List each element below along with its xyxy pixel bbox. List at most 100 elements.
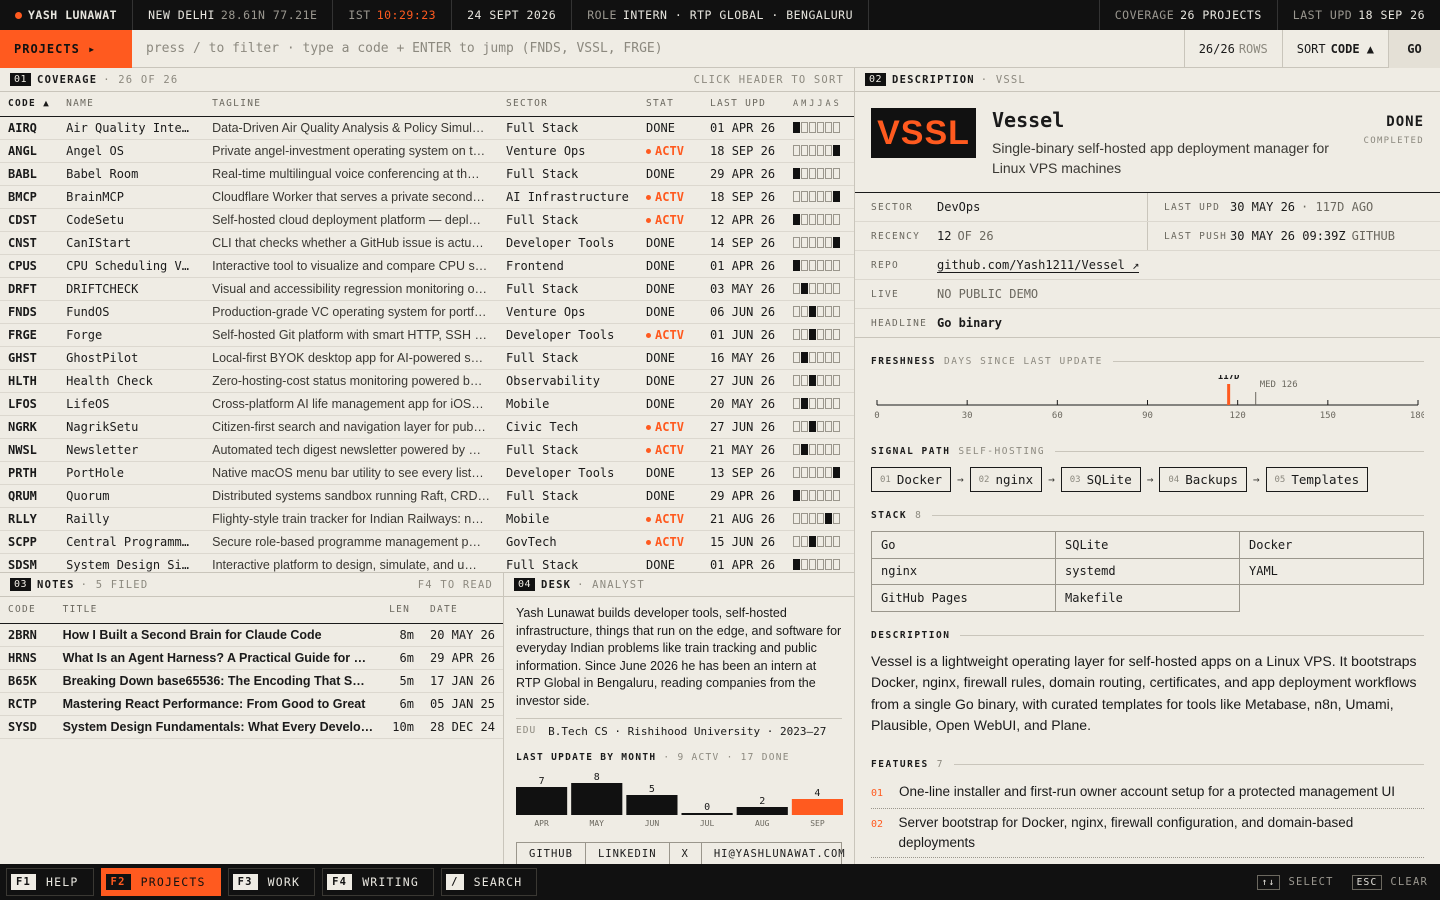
table-row[interactable]: CDST CodeSetu Self-hosted cloud deployment… [0,208,854,232]
col-header-name[interactable]: NAME [58,92,205,117]
table-row[interactable]: LFOS LifeOS Cross-platform AI life managem… [0,392,854,416]
month-cell [817,467,825,478]
col-header-tagline[interactable]: TAGLINE [204,92,499,117]
col-header-code[interactable]: CODE ▲ [0,92,59,117]
table-row[interactable]: ANGL Angel OS Private angel-investment ope… [0,139,854,163]
table-row[interactable]: NGRK NagrikSetu Citizen-first search and n… [0,415,854,439]
month-cell [833,444,841,455]
table-row[interactable]: SDSM System Design Si… Interactive platfor… [0,553,854,572]
note-row[interactable]: HRNS What Is an Agent Harness? A Practica… [0,646,503,670]
x-link[interactable]: X [670,843,702,864]
month-cell [793,237,801,248]
table-row[interactable]: BMCP BrainMCP Cloudflare Worker that serve… [0,185,854,209]
active-dot-icon [646,424,652,430]
col-header-months[interactable]: AMJJAS [785,92,854,117]
month-cell [825,398,833,409]
note-row[interactable]: B65K Breaking Down base65536: The Encodin… [0,669,503,693]
freshness-marker-label: 117D [1218,375,1240,382]
row-code: CPUS [0,254,59,278]
notes-header: 03 NOTES · 5 FILED F4 TO READ [0,573,503,597]
month-cell [825,191,833,202]
feature-item: 01 One-line installer and first-run owner… [871,778,1424,809]
meta-row-2: RECENCY 12 OF 26 LAST PUSH 30 MAY 26 09:39Z… [855,222,1440,251]
row-sector: Frontend [498,254,639,278]
table-row[interactable]: NWSL Newsletter Automated tech digest news… [0,438,854,462]
table-row[interactable]: FRGE Forge Self-hosted Git platform with s… [0,323,854,347]
row-name: CodeSetu [58,208,205,232]
table-row[interactable]: QRUM Quorum Distributed systems sandbox ru… [0,484,854,508]
row-status: ACTV [638,415,703,439]
fkey-search[interactable]: / SEARCH [441,868,538,896]
freshness-marker [1227,384,1231,405]
month-cell [833,145,841,156]
table-row[interactable]: PRTH PortHole Native macOS menu bar utilit… [0,461,854,485]
table-row[interactable]: AIRQ Air Quality Inte… Data-Driven Air Qua… [0,116,854,140]
github-link[interactable]: GITHUB [517,843,586,864]
table-row[interactable]: HLTH Health Check Zero-hosting-cost status… [0,369,854,393]
table-row[interactable]: GHST GhostPilot Local-first BYOK desktop a… [0,346,854,370]
filter-input[interactable] [132,29,1184,68]
row-code: BABL [0,162,59,186]
stack-item: Makefile [1056,585,1240,612]
row-status: DONE [638,484,703,508]
month-cell [825,145,833,156]
table-row[interactable]: FNDS FundOS Production-grade VC operating … [0,300,854,324]
col-header-last-upd[interactable]: LAST UPD [702,92,786,117]
table-row[interactable]: SCPP Central Programm… Secure role-based p… [0,530,854,554]
note-length: 5m [381,669,422,693]
col-header-stat[interactable]: STAT [638,92,703,117]
table-row[interactable]: CPUS CPU Scheduling V… Interactive tool to… [0,254,854,278]
sort-button[interactable]: SORT CODE ▲ [1281,29,1388,68]
stack-item: SQLite [1056,532,1240,559]
row-last-upd: 01 APR 26 [702,116,786,140]
email-link[interactable]: HI@YASHLUNAWAT.COM [702,843,854,864]
col-header-sector[interactable]: SECTOR [498,92,639,117]
note-row[interactable]: 2BRN How I Built a Second Brain for Claud… [0,623,503,647]
headline-row: HEADLINE Go binary [855,309,1440,338]
month-cell [809,444,817,455]
fkey-projects[interactable]: F2 PROJECTS [100,868,221,896]
row-code: PRTH [0,461,59,485]
row-month-spark [785,185,854,209]
row-month-spark [785,254,854,278]
row-last-upd: 14 SEP 26 [702,231,786,255]
feature-item: 02 Server bootstrap for Docker, nginx, fi… [871,809,1424,858]
row-month-spark [785,277,854,301]
note-row[interactable]: SYSD System Design Fundamentals: What Eve… [0,715,503,739]
bar-value-label: 8 [594,772,600,783]
month-cell [833,352,841,363]
stack-item: GitHub Pages [872,585,1056,612]
projects-menu-button[interactable]: PROJECTS ▸ [0,29,132,68]
row-month-spark [785,323,854,347]
month-cell [817,490,825,501]
fkey-writing[interactable]: F4 WRITING [322,868,435,896]
go-button[interactable]: GO [1388,29,1440,68]
note-row[interactable]: RCTP Mastering React Performance: From Go… [0,692,503,716]
table-row[interactable]: DRFT DRIFTCHECK Visual and accessibility r… [0,277,854,301]
row-status: ACTV [638,208,703,232]
table-row[interactable]: CNST CanIStart CLI that checks whether a G… [0,231,854,255]
table-row[interactable]: BABL Babel Room Real-time multilingual voi… [0,162,854,186]
description-panel: 02 DESCRIPTION · VSSL VSSL Vessel Single… [855,68,1440,864]
month-cell [817,329,825,340]
fkey-help[interactable]: F1 HELP [6,868,94,896]
row-last-upd: 13 SEP 26 [702,461,786,485]
median-label: MED 126 [1260,380,1298,390]
row-code: RLLY [0,507,59,531]
fkey-work[interactable]: F3 WORK [227,868,316,896]
row-sector: Full Stack [498,484,639,508]
row-last-upd: 16 MAY 26 [702,346,786,370]
month-cell [833,559,841,570]
table-row[interactable]: RLLY Railly Flighty-style train tracker fo… [0,507,854,531]
month-cell [817,214,825,225]
row-sector: Venture Ops [498,300,639,324]
month-bar-chart: 7 APR 8 MAY 5 JUN 0 JUL 2 AUG 4 SEP [516,772,843,828]
repo-link[interactable]: github.com/Yash1211/Vessel ↗ [937,258,1140,273]
clock: IST 10:29:23 [333,0,453,30]
rows-count: 26/26 ROWS [1183,29,1282,68]
linkedin-link[interactable]: LINKEDIN [586,843,670,864]
month-cell [793,421,801,432]
row-month-spark [785,300,854,324]
last-push-value: 30 MAY 26 09:39Z [1230,229,1346,243]
note-code: B65K [0,669,55,693]
